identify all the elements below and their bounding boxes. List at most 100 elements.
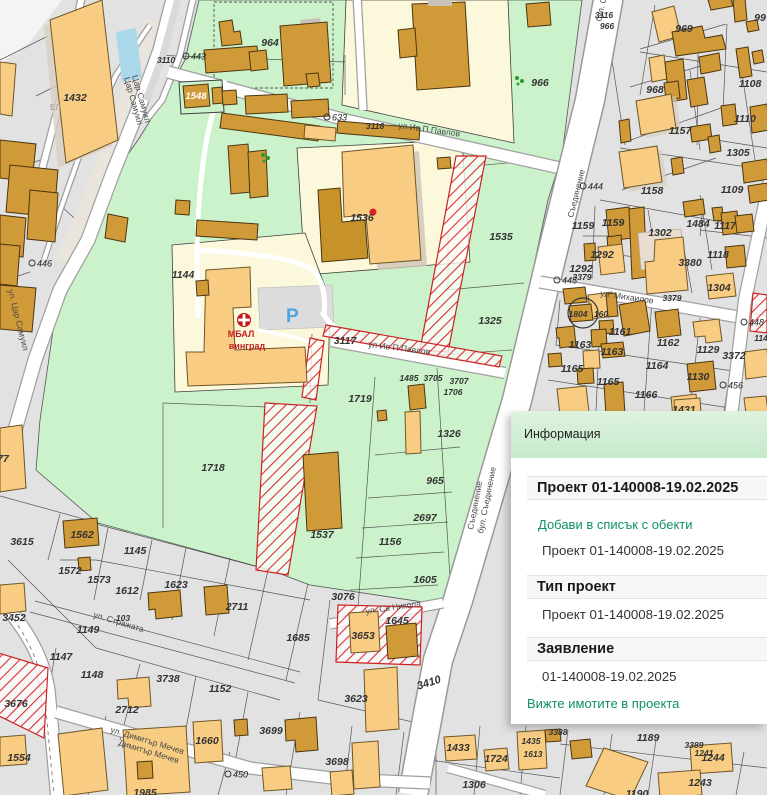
svg-text:966: 966 — [600, 21, 614, 31]
svg-text:77: 77 — [0, 453, 10, 465]
svg-text:3110: 3110 — [157, 55, 176, 65]
svg-text:1130: 1130 — [687, 371, 710, 383]
svg-text:1149: 1149 — [77, 624, 100, 636]
svg-text:1109: 1109 — [721, 184, 744, 196]
svg-text:1605: 1605 — [413, 574, 437, 586]
svg-text:3676: 3676 — [4, 698, 28, 710]
svg-text:1612: 1612 — [115, 585, 139, 597]
svg-text:99: 99 — [754, 12, 766, 24]
svg-text:1304: 1304 — [707, 282, 731, 294]
svg-text:1536: 1536 — [350, 212, 374, 224]
svg-text:964: 964 — [261, 37, 279, 49]
svg-text:1435: 1435 — [522, 736, 541, 746]
svg-text:1163: 1163 — [569, 339, 592, 351]
svg-text:1613: 1613 — [524, 749, 543, 759]
svg-text:2697: 2697 — [412, 512, 438, 524]
svg-text:1166: 1166 — [635, 389, 658, 401]
svg-text:1537: 1537 — [310, 529, 335, 541]
svg-text:1685: 1685 — [286, 632, 310, 644]
svg-text:1244: 1244 — [701, 752, 725, 764]
svg-text:1572: 1572 — [58, 565, 82, 577]
svg-text:3117: 3117 — [334, 335, 358, 347]
svg-text:3653: 3653 — [351, 630, 375, 642]
svg-text:103: 103 — [116, 613, 130, 623]
svg-text:1724: 1724 — [484, 753, 508, 765]
svg-text:1706: 1706 — [444, 387, 463, 397]
svg-text:1306: 1306 — [462, 779, 486, 791]
svg-text:1190: 1190 — [626, 788, 649, 795]
svg-text:1165: 1165 — [561, 363, 584, 375]
svg-text:1985: 1985 — [133, 787, 157, 795]
svg-text:2712: 2712 — [114, 704, 139, 716]
svg-text:1118: 1118 — [707, 249, 729, 261]
svg-text:3615: 3615 — [10, 536, 34, 548]
svg-text:1108: 1108 — [739, 78, 762, 90]
svg-text:1562: 1562 — [70, 529, 94, 541]
svg-text:1156: 1156 — [379, 536, 402, 548]
svg-text:3380: 3380 — [678, 257, 702, 269]
svg-text:1163: 1163 — [601, 346, 624, 358]
svg-text:968: 968 — [646, 84, 664, 96]
svg-text:1157: 1157 — [669, 125, 693, 137]
svg-text:1110: 1110 — [734, 113, 756, 125]
svg-text:винград: винград — [229, 341, 266, 351]
svg-text:1147: 1147 — [50, 651, 74, 663]
svg-text:1117: 1117 — [714, 220, 737, 232]
svg-text:3705: 3705 — [424, 373, 443, 383]
svg-text:1433: 1433 — [446, 742, 470, 754]
svg-text:3116: 3116 — [366, 121, 385, 131]
svg-text:1548: 1548 — [185, 91, 207, 102]
svg-text:1164: 1164 — [646, 360, 669, 372]
svg-text:446: 446 — [37, 259, 52, 269]
svg-text:3116: 3116 — [595, 10, 614, 20]
svg-text:1145: 1145 — [124, 545, 147, 557]
svg-text:МБАЛ: МБАЛ — [228, 329, 255, 339]
svg-text:114: 114 — [754, 333, 767, 343]
svg-text:1718: 1718 — [201, 462, 225, 474]
svg-text:450: 450 — [233, 770, 248, 780]
svg-text:1292: 1292 — [590, 249, 614, 261]
svg-text:3372: 3372 — [722, 350, 746, 362]
svg-text:1535: 1535 — [489, 231, 513, 243]
svg-text:2711: 2711 — [225, 601, 249, 613]
svg-text:1144: 1144 — [172, 269, 195, 281]
svg-text:1432: 1432 — [63, 92, 87, 104]
svg-text:1152: 1152 — [209, 683, 232, 695]
svg-text:443: 443 — [191, 52, 206, 62]
svg-text:633: 633 — [332, 113, 347, 123]
svg-text:1162: 1162 — [657, 337, 680, 349]
svg-text:1161: 1161 — [609, 326, 632, 338]
svg-text:1158: 1158 — [641, 185, 664, 197]
svg-text:3076: 3076 — [331, 591, 355, 603]
svg-text:1165: 1165 — [597, 376, 620, 388]
svg-text:1326: 1326 — [437, 428, 461, 440]
svg-text:1719: 1719 — [348, 393, 372, 405]
svg-text:448: 448 — [749, 318, 764, 328]
svg-text:160: 160 — [594, 309, 608, 319]
svg-text:3699: 3699 — [259, 725, 283, 737]
svg-text:1305: 1305 — [726, 147, 750, 159]
svg-text:3738: 3738 — [156, 673, 180, 685]
svg-text:3379: 3379 — [573, 272, 592, 282]
svg-text:1129: 1129 — [697, 344, 720, 356]
svg-text:3623: 3623 — [344, 693, 368, 705]
svg-text:966: 966 — [531, 77, 549, 89]
svg-text:1804: 1804 — [569, 309, 588, 319]
svg-text:969: 969 — [675, 23, 693, 35]
svg-text:P: P — [286, 306, 299, 327]
svg-text:1325: 1325 — [478, 315, 502, 327]
svg-text:ЕЛ: ЕЛ — [50, 103, 61, 112]
svg-text:3707: 3707 — [450, 376, 470, 386]
svg-text:456: 456 — [728, 381, 743, 391]
svg-text:1485: 1485 — [400, 373, 419, 383]
svg-text:3698: 3698 — [325, 756, 349, 768]
svg-text:1302: 1302 — [648, 227, 672, 239]
svg-text:1645: 1645 — [385, 615, 409, 627]
svg-text:1554: 1554 — [7, 752, 31, 764]
svg-text:3379: 3379 — [663, 293, 682, 303]
svg-text:1159: 1159 — [602, 217, 625, 229]
svg-text:3452: 3452 — [2, 612, 26, 624]
svg-text:1189: 1189 — [637, 732, 660, 744]
svg-text:3388: 3388 — [549, 727, 568, 737]
svg-text:1573: 1573 — [87, 574, 111, 586]
